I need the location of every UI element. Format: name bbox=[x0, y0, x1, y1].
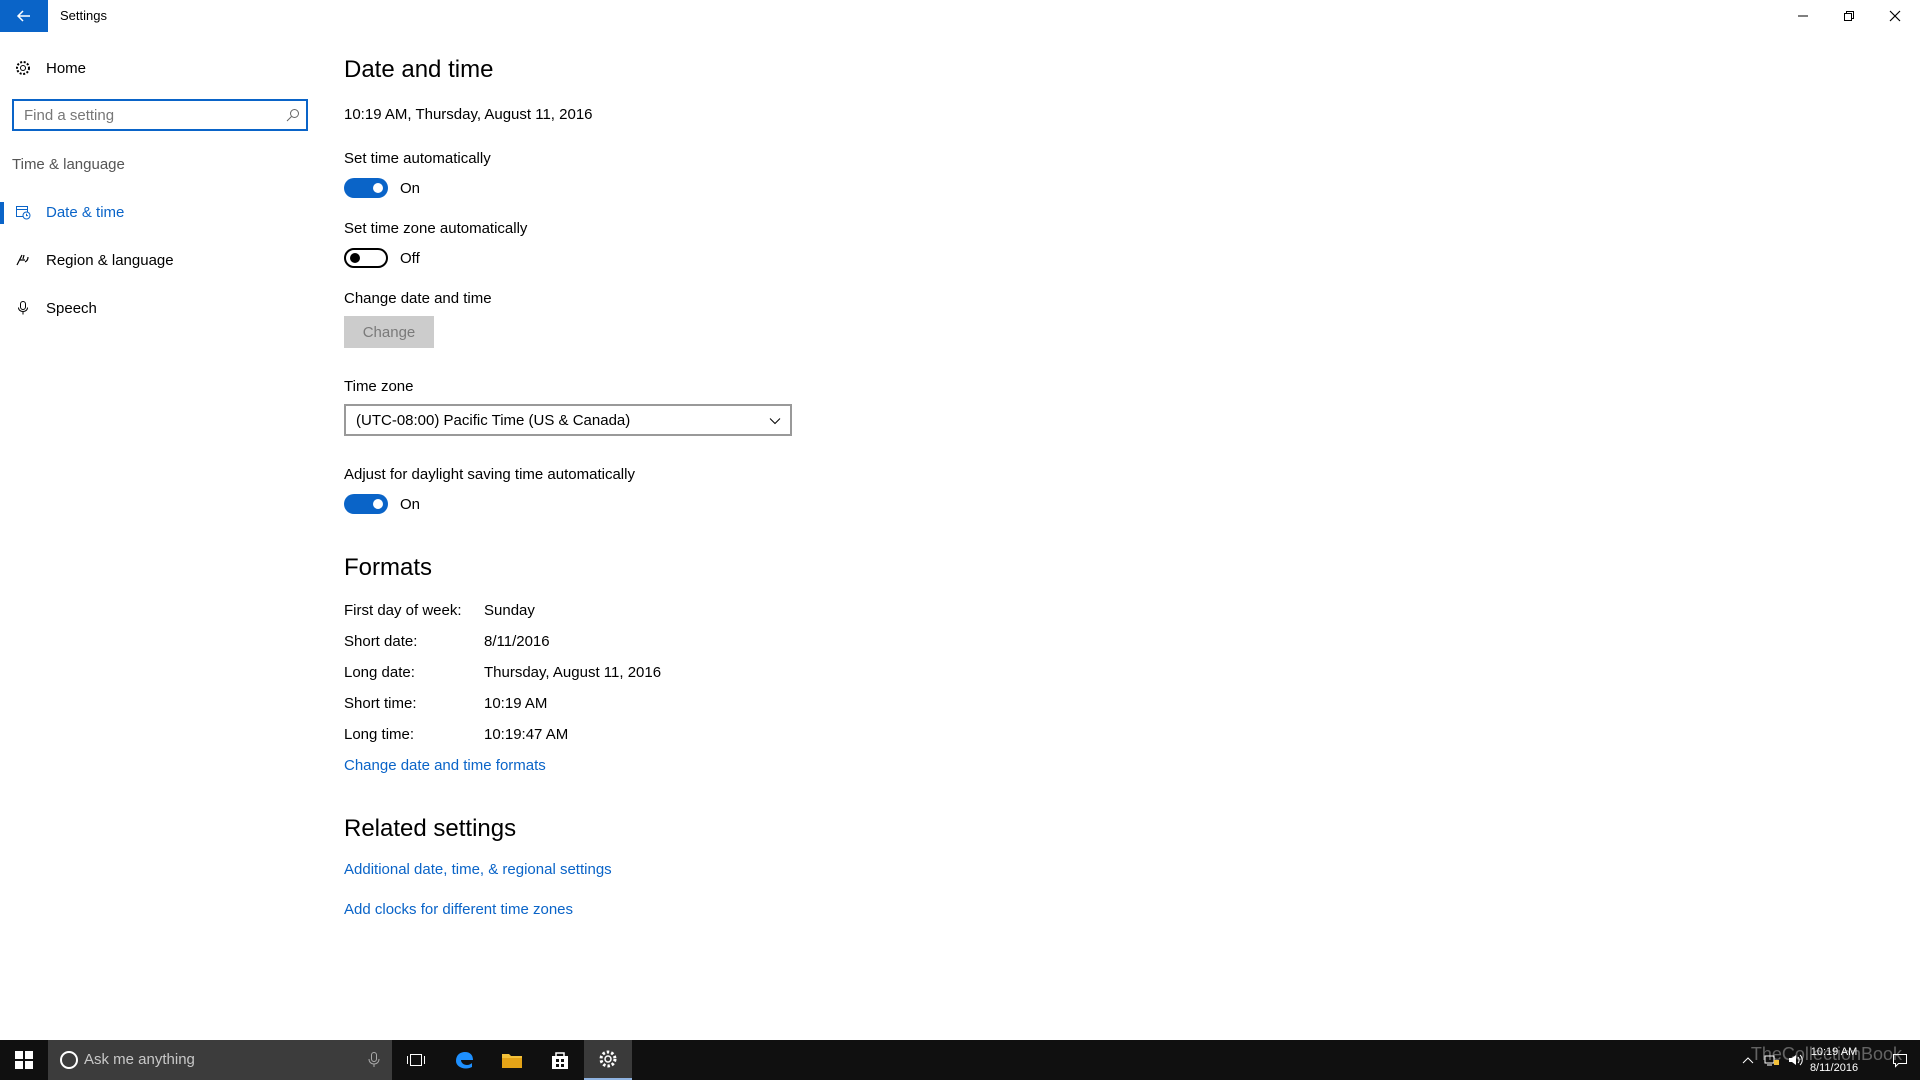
add-clocks-link[interactable]: Add clocks for different time zones bbox=[344, 901, 573, 918]
task-view-icon bbox=[407, 1054, 425, 1066]
cortana-placeholder: Ask me anything bbox=[84, 1051, 195, 1068]
chevron-down-icon bbox=[769, 418, 781, 425]
related-settings-title: Related settings bbox=[344, 815, 517, 842]
sidebar-item-label: Date & time bbox=[46, 203, 125, 221]
change-formats-link[interactable]: Change date and time formats bbox=[344, 757, 546, 774]
edge-button[interactable] bbox=[440, 1040, 488, 1080]
action-center-button[interactable] bbox=[1880, 1040, 1920, 1080]
set-tz-auto-toggle[interactable] bbox=[344, 248, 388, 268]
set-time-auto-toggle[interactable] bbox=[344, 178, 388, 198]
formats-title: Formats bbox=[344, 554, 433, 581]
set-tz-auto-label: Set time zone automatically bbox=[344, 220, 528, 237]
store-button[interactable] bbox=[536, 1040, 584, 1080]
minimize-button[interactable] bbox=[1780, 0, 1826, 32]
format-label: Short date: bbox=[344, 633, 418, 650]
region-language-icon bbox=[14, 251, 32, 269]
home-nav-item[interactable]: Home bbox=[0, 48, 320, 88]
edge-icon bbox=[456, 1052, 473, 1069]
close-icon bbox=[1889, 10, 1901, 22]
file-explorer-button[interactable] bbox=[488, 1040, 536, 1080]
taskbar: Ask me anything 10:19 AM 8/11/2016 TheCo… bbox=[0, 1040, 1920, 1080]
store-icon bbox=[552, 1052, 568, 1069]
format-value: Thursday, August 11, 2016 bbox=[484, 664, 662, 681]
sidebar-item-region-language[interactable]: Region & language bbox=[0, 240, 320, 280]
change-date-time-label: Change date and time bbox=[344, 290, 492, 307]
format-label: Short time: bbox=[344, 695, 417, 712]
start-button[interactable] bbox=[0, 1040, 48, 1080]
restore-button[interactable] bbox=[1826, 0, 1872, 32]
gear-icon bbox=[599, 1050, 617, 1068]
sidebar-item-speech[interactable]: Speech bbox=[0, 288, 320, 328]
minimize-icon bbox=[1798, 15, 1808, 17]
back-arrow-icon bbox=[16, 10, 30, 22]
time-zone-label: Time zone bbox=[344, 378, 414, 395]
close-button[interactable] bbox=[1872, 0, 1918, 32]
page-title: Date and time bbox=[344, 56, 494, 83]
format-label: Long time: bbox=[344, 726, 415, 743]
sidebar: Home Time & language Date & time Region … bbox=[0, 32, 320, 1040]
format-value: 10:19 AM bbox=[484, 695, 548, 712]
set-tz-auto-state: Off bbox=[400, 250, 420, 267]
time-zone-dropdown[interactable]: (UTC-08:00) Pacific Time (US & Canada) bbox=[344, 404, 792, 436]
dst-label: Adjust for daylight saving time automati… bbox=[344, 466, 635, 483]
home-label: Home bbox=[46, 59, 87, 77]
sidebar-item-date-time[interactable]: Date & time bbox=[0, 192, 320, 232]
cortana-search-box[interactable]: Ask me anything bbox=[48, 1040, 392, 1080]
format-value: 8/11/2016 bbox=[484, 633, 550, 650]
folder-icon bbox=[502, 1054, 522, 1068]
set-time-auto-label: Set time automatically bbox=[344, 150, 491, 167]
sidebar-item-label: Speech bbox=[46, 299, 97, 317]
notification-icon bbox=[1893, 1054, 1907, 1068]
task-view-button[interactable] bbox=[392, 1040, 440, 1080]
additional-settings-link[interactable]: Additional date, time, & regional settin… bbox=[344, 861, 612, 878]
format-label: Long date: bbox=[344, 664, 415, 681]
search-input[interactable] bbox=[14, 101, 264, 129]
settings-app-button[interactable] bbox=[584, 1040, 632, 1080]
microphone-icon bbox=[14, 299, 32, 317]
current-datetime: 10:19 AM, Thursday, August 11, 2016 bbox=[344, 106, 593, 123]
gear-icon bbox=[14, 59, 32, 77]
format-value: 10:19:47 AM bbox=[484, 726, 569, 743]
sidebar-item-label: Region & language bbox=[46, 251, 174, 269]
restore-icon bbox=[1844, 11, 1854, 21]
cortana-icon bbox=[60, 1051, 78, 1069]
main-content: Date and time 10:19 AM, Thursday, August… bbox=[344, 32, 1244, 1032]
windows-logo-icon bbox=[15, 1051, 33, 1069]
dst-state: On bbox=[400, 496, 421, 513]
section-label: Time & language bbox=[12, 156, 125, 173]
window-title: Settings bbox=[60, 8, 107, 23]
search-icon bbox=[286, 109, 299, 122]
title-bar: Settings bbox=[0, 0, 1920, 32]
dst-toggle[interactable] bbox=[344, 494, 388, 514]
set-time-auto-state: On bbox=[400, 180, 421, 197]
format-label: First day of week: bbox=[344, 602, 462, 619]
format-value: Sunday bbox=[484, 602, 535, 619]
back-button[interactable] bbox=[0, 0, 48, 32]
change-button[interactable]: Change bbox=[344, 316, 434, 348]
find-setting-search[interactable] bbox=[12, 99, 308, 131]
time-zone-value: (UTC-08:00) Pacific Time (US & Canada) bbox=[356, 412, 631, 429]
calendar-clock-icon bbox=[14, 203, 32, 221]
microphone-icon bbox=[368, 1052, 380, 1067]
